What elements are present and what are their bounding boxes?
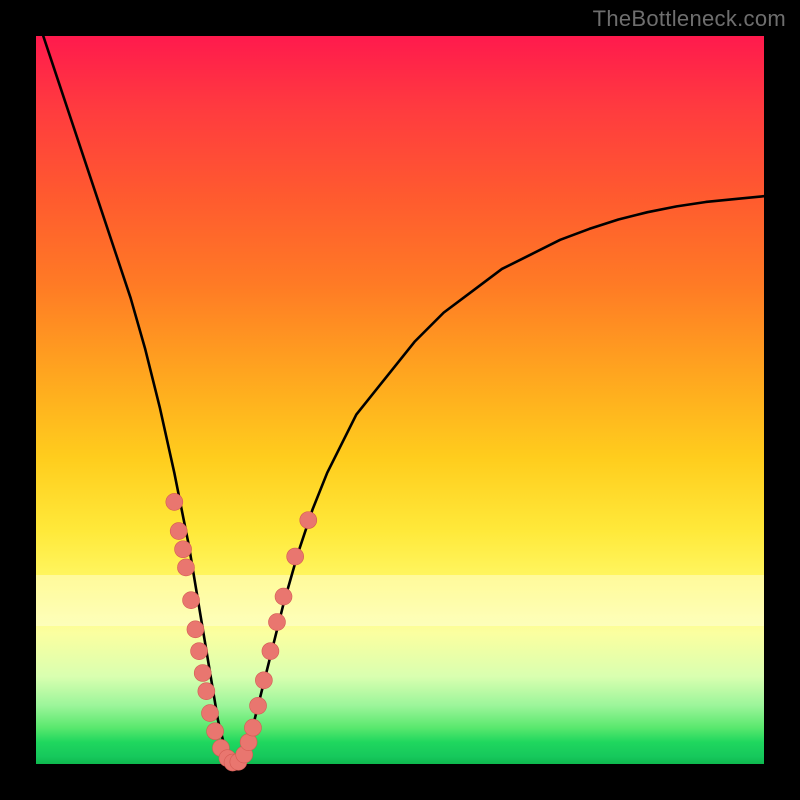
sample-dot [275, 588, 292, 605]
sample-dot [183, 592, 200, 609]
sample-dot [175, 541, 192, 558]
sample-dot [262, 643, 279, 660]
sample-dot [201, 705, 218, 722]
sample-dot [287, 548, 304, 565]
sample-dot [187, 621, 204, 638]
sample-dot [244, 719, 261, 736]
watermark-text: TheBottleneck.com [593, 6, 786, 32]
plot-area [36, 36, 764, 764]
sample-dot [166, 493, 183, 510]
sample-dot [198, 683, 215, 700]
sample-dot [177, 559, 194, 576]
sample-dot [300, 512, 317, 529]
sample-dot [194, 665, 211, 682]
bottleneck-curve [43, 36, 764, 764]
sample-dot [207, 723, 224, 740]
sample-dot [170, 523, 187, 540]
sample-dot [268, 614, 285, 631]
sample-dots-group [166, 493, 317, 771]
sample-dot [255, 672, 272, 689]
sample-dot [191, 643, 208, 660]
curve-layer [36, 36, 764, 764]
chart-frame: TheBottleneck.com [0, 0, 800, 800]
sample-dot [250, 697, 267, 714]
